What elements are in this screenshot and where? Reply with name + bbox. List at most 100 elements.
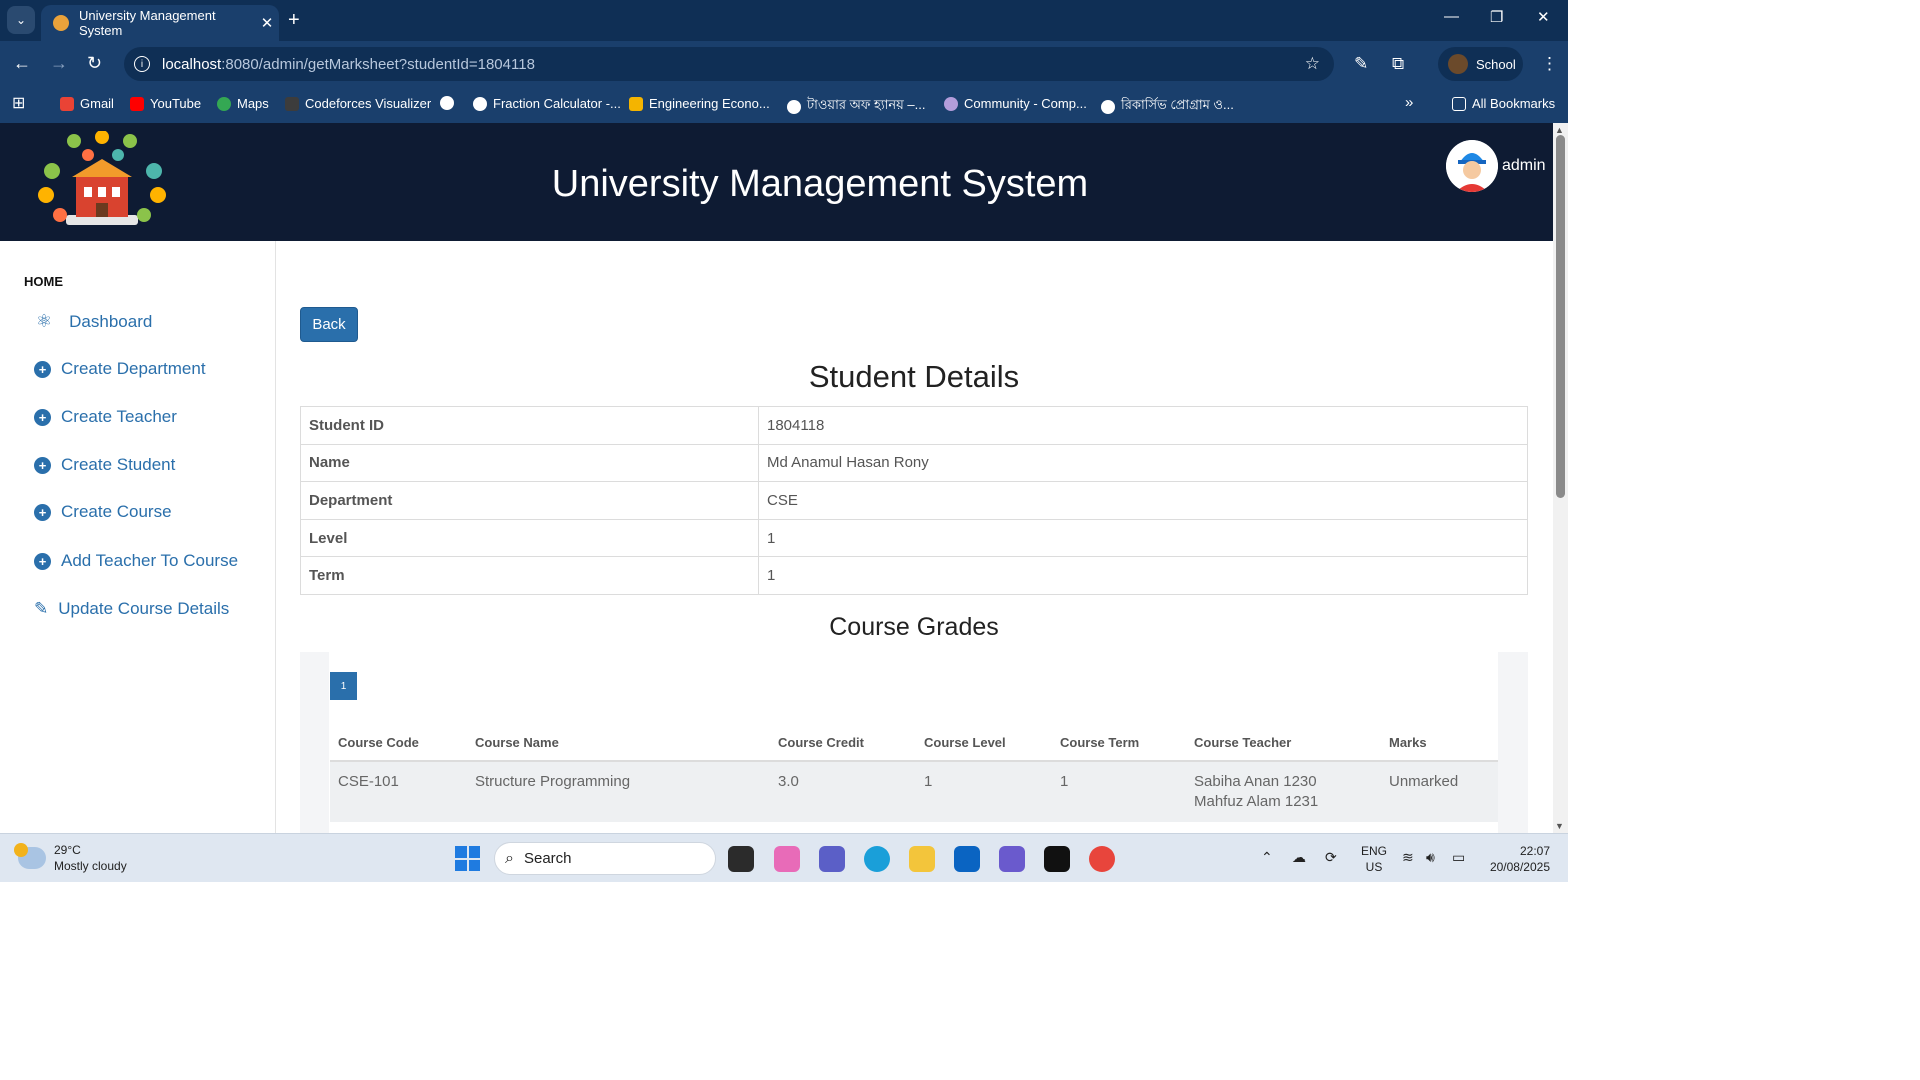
sidebar-item-label: Update Course Details: [58, 599, 230, 618]
chrome-icon[interactable]: [1089, 846, 1115, 872]
copilot-icon[interactable]: [774, 846, 800, 872]
address-bar[interactable]: i localhost:8080/admin/getMarksheet?stud…: [124, 47, 1334, 81]
restore-icon[interactable]: ❐: [1490, 8, 1503, 26]
wifi-icon[interactable]: ≋: [1402, 849, 1414, 866]
weather-widget[interactable]: 29°C Mostly cloudy: [14, 842, 127, 874]
bookmarks-bar: ⊞ Gmail YouTube Maps Codeforces Visualiz…: [0, 87, 1568, 123]
sidebar-item-update-course-details[interactable]: ✎ Update Course Details: [34, 599, 229, 619]
course-grades-heading: Course Grades: [829, 613, 999, 641]
bookmark-tower-of-hanoi[interactable]: টাওয়ার অফ হ্যানয় –...: [787, 96, 925, 117]
back-arrow-icon[interactable]: ←: [13, 53, 31, 74]
bookmark-engineering-econo[interactable]: Engineering Econo...: [629, 96, 770, 111]
reload-icon[interactable]: ↻: [87, 53, 102, 74]
taskbar-search[interactable]: ⌕ Search: [494, 842, 716, 875]
sidebar-item-dashboard[interactable]: ⚛ Dashboard: [36, 311, 152, 332]
new-tab-button[interactable]: +: [288, 9, 300, 32]
language-indicator[interactable]: ENG US: [1361, 843, 1387, 875]
site-favicon-icon: [53, 15, 69, 31]
column-header: Course Credit: [770, 724, 916, 762]
show-hidden-icons[interactable]: ⌃: [1261, 849, 1273, 866]
m365-icon[interactable]: [999, 846, 1025, 872]
column-header: Marks: [1381, 724, 1498, 762]
column-header: Course Term: [1052, 724, 1186, 762]
scroll-up-icon[interactable]: ▲: [1555, 125, 1564, 135]
tab-close-icon[interactable]: ✕: [255, 14, 279, 32]
browser-tab[interactable]: University Management System ✕: [41, 5, 279, 41]
profile-avatar: [1448, 54, 1468, 74]
course-grades-table: Course Code Course Name Course Credit Co…: [330, 724, 1498, 822]
sidebar-item-label: Dashboard: [69, 311, 153, 331]
page-number-button[interactable]: 1: [330, 672, 357, 700]
bookmark-recursive-program[interactable]: রিকার্সিভ প্রোগ্রাম ও...: [1101, 96, 1234, 117]
scrollbar-thumb[interactable]: [1556, 135, 1565, 498]
main-content: Back Student Details Student ID 1804118 N…: [276, 241, 1553, 833]
sidebar-item-create-teacher[interactable]: + Create Teacher: [34, 407, 177, 427]
apps-grid-icon[interactable]: ⊞: [12, 93, 25, 113]
admin-avatar[interactable]: [1446, 140, 1498, 192]
column-header: Course Name: [467, 724, 770, 762]
course-term-cell: 1: [1052, 761, 1186, 822]
back-button[interactable]: Back: [300, 307, 358, 342]
minimize-icon[interactable]: —: [1444, 8, 1459, 25]
maps-icon: [217, 96, 231, 111]
window-close-icon[interactable]: ✕: [1537, 8, 1550, 26]
outlook-icon[interactable]: [954, 846, 980, 872]
windows-start-icon[interactable]: [455, 846, 480, 871]
column-header: Course Teacher: [1186, 724, 1381, 762]
bookmark-gmail[interactable]: Gmail: [60, 96, 114, 111]
bookmark-maps[interactable]: Maps: [217, 96, 269, 111]
bookmark-fraction-calculator[interactable]: Fraction Calculator -...: [473, 96, 621, 111]
bookmark-star-icon[interactable]: ☆: [1305, 54, 1320, 74]
extensions-icon[interactable]: ⧉: [1392, 54, 1404, 74]
globe-icon: [473, 96, 487, 111]
atom-icon: ⚛: [36, 311, 53, 331]
sidebar-item-label: Create Teacher: [61, 407, 177, 426]
intellij-icon[interactable]: [1044, 846, 1070, 872]
scroll-down-icon[interactable]: ▼: [1555, 821, 1564, 831]
bookmark-globe[interactable]: [440, 96, 460, 110]
sidebar-item-label: Add Teacher To Course: [61, 551, 239, 570]
tab-search-button[interactable]: ⌄: [7, 6, 35, 34]
table-row: Term 1: [300, 556, 1528, 595]
course-level-cell: 1: [916, 761, 1052, 822]
bookmark-community[interactable]: Community - Comp...: [944, 96, 1087, 111]
site-info-icon[interactable]: i: [134, 56, 150, 72]
teacher-name: Mahfuz Alam 1231: [1194, 793, 1319, 810]
cloudy-weather-icon: [14, 843, 46, 869]
globe-icon: [440, 96, 454, 110]
community-icon: [944, 96, 958, 111]
sidebar-section-home: HOME: [24, 274, 63, 289]
column-header: Course Level: [916, 724, 1052, 762]
sidebar-item-add-teacher-to-course[interactable]: + Add Teacher To Course: [34, 551, 238, 571]
volume-icon[interactable]: 🔊︎: [1426, 849, 1435, 866]
table-row: Student ID 1804118: [300, 406, 1528, 445]
battery-icon[interactable]: ▭: [1452, 849, 1465, 866]
eyedropper-icon[interactable]: ✎: [1354, 54, 1368, 74]
sidebar-item-create-course[interactable]: + Create Course: [34, 502, 172, 522]
page-scrollbar[interactable]: ▲ ▼: [1553, 123, 1568, 833]
task-view-icon[interactable]: [728, 846, 754, 872]
clock[interactable]: 22:07 20/08/2025: [1484, 843, 1550, 875]
date: 20/08/2025: [1489, 860, 1550, 874]
weather-condition: Mostly cloudy: [54, 859, 127, 873]
sidebar-item-create-department[interactable]: + Create Department: [34, 359, 206, 379]
edge-icon[interactable]: [864, 846, 890, 872]
all-bookmarks[interactable]: All Bookmarks: [1452, 96, 1555, 111]
sidebar-item-create-student[interactable]: + Create Student: [34, 455, 175, 475]
profile-button[interactable]: School: [1438, 47, 1523, 81]
onedrive-icon[interactable]: ☁: [1292, 849, 1306, 866]
course-credit-cell: 3.0: [770, 761, 916, 822]
sidebar-item-label: Create Course: [61, 502, 172, 521]
forward-arrow-icon[interactable]: →: [50, 53, 68, 74]
more-bookmarks-icon[interactable]: »: [1405, 94, 1413, 111]
browser-menu-icon[interactable]: ⋮: [1541, 54, 1558, 74]
search-placeholder: Search: [523, 850, 572, 867]
teams-icon[interactable]: [819, 846, 845, 872]
file-explorer-icon[interactable]: [909, 846, 935, 872]
sync-icon[interactable]: ⟳: [1325, 849, 1337, 866]
plus-circle-icon: +: [34, 503, 51, 521]
browser-toolbar: ← → ↻ i localhost:8080/admin/getMarkshee…: [0, 41, 1568, 87]
bookmark-youtube[interactable]: YouTube: [130, 96, 201, 111]
admin-username[interactable]: admin: [1502, 157, 1546, 175]
bookmark-codeforces[interactable]: Codeforces Visualizer: [285, 96, 431, 111]
